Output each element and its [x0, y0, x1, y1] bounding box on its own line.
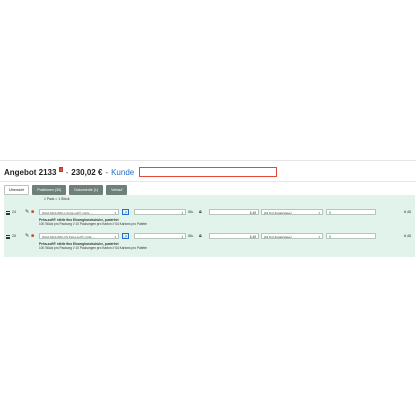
discount-field[interactable]: 0	[326, 209, 376, 215]
top-blank-area	[0, 0, 416, 160]
position-row: 25 ✎ ■ DHM-94211560-XS Peha-soft® nitril…	[4, 232, 415, 242]
customer-input[interactable]	[139, 167, 278, 177]
position-number: 25	[12, 234, 16, 238]
row-total: 6,48	[404, 234, 411, 238]
offer-total: 230,02 €	[71, 167, 103, 177]
page-title: Angebot 2133	[4, 167, 57, 177]
page-header: Angebot 2133 ! - 230,02 € - Kunde	[4, 166, 278, 178]
discount-field[interactable]: 0	[326, 233, 376, 239]
title-separator: -	[65, 167, 69, 177]
tax-select-value: [19 %] Umsatzsteuer	[264, 235, 292, 239]
price-field[interactable]: 6,48	[209, 233, 259, 239]
drag-handle-icon[interactable]	[6, 211, 10, 215]
chevron-down-icon: ▾	[114, 211, 116, 215]
tab-overview[interactable]: Übersicht	[4, 185, 30, 195]
positions-panel: 1 Pack = 1 Stück 24 ✎ ■ DHM-94211560-L P…	[4, 195, 415, 257]
tax-select[interactable]: [19 %] Umsatzsteuer ▾	[261, 233, 323, 239]
position-row: 24 ✎ ■ DHM-94211560-L Peha-soft® nitrile…	[4, 208, 415, 218]
trash-icon[interactable]: ■	[31, 209, 34, 215]
unit-label: Stk.	[188, 234, 194, 238]
tab-history[interactable]: Verlauf	[106, 185, 128, 195]
row-total: 6,48	[404, 210, 411, 214]
description-line: 100 Stück pro Packung // 10 Packungen pr…	[39, 246, 147, 250]
chevron-down-icon: ▾	[114, 235, 116, 239]
tabs-divider	[0, 181, 416, 182]
external-link-icon[interactable]: ↗	[122, 209, 129, 215]
position-number: 24	[12, 210, 16, 214]
pencil-icon[interactable]: ✎	[25, 209, 29, 215]
external-link-icon[interactable]: ↗	[122, 233, 129, 239]
trash-icon[interactable]: ■	[31, 233, 34, 239]
article-select[interactable]: DHM-94211560-L Peha-soft® nitrile ... ▾	[39, 209, 119, 215]
position-description: Peha-soft® nitrile fino Einweghandschuhe…	[39, 218, 147, 226]
unit-label: Stk.	[188, 210, 194, 214]
description-line: 100 Stück pro Packung // 10 Packungen pr…	[39, 222, 147, 226]
lock-icon[interactable]: 🔒︎	[199, 233, 202, 239]
header-divider	[0, 160, 416, 161]
tax-select[interactable]: [19 %] Umsatzsteuer ▾	[261, 209, 323, 215]
quantity-field[interactable]: 1	[134, 209, 186, 215]
pack-note: 1 Pack = 1 Stück	[44, 197, 70, 201]
title-separator-2: -	[105, 167, 109, 177]
tax-select-value: [19 %] Umsatzsteuer	[264, 211, 292, 215]
tab-positions[interactable]: Positionen (30)	[32, 185, 67, 195]
chevron-down-icon: ▾	[318, 211, 320, 215]
price-field[interactable]: 6,48	[209, 209, 259, 215]
article-select-value: DHM-94211560-L Peha-soft® nitrile ...	[42, 211, 93, 215]
article-select-value: DHM-94211560-XS Peha-soft® nitrile ...	[42, 235, 96, 239]
customer-link[interactable]: Kunde	[111, 168, 134, 177]
article-select[interactable]: DHM-94211560-XS Peha-soft® nitrile ... ▾	[39, 233, 119, 239]
drag-handle-icon[interactable]	[6, 235, 10, 239]
tab-documents[interactable]: Dokumente (1)	[69, 185, 104, 195]
position-description: Peha-soft® nitrile fino Einweghandschuhe…	[39, 242, 147, 250]
chevron-down-icon: ▾	[318, 235, 320, 239]
warning-badge: !	[59, 167, 63, 172]
tab-bar: Übersicht Positionen (30) Dokumente (1) …	[4, 185, 128, 195]
lock-icon[interactable]: 🔒︎	[199, 209, 202, 215]
pencil-icon[interactable]: ✎	[25, 233, 29, 239]
quantity-field[interactable]: 1	[134, 233, 186, 239]
